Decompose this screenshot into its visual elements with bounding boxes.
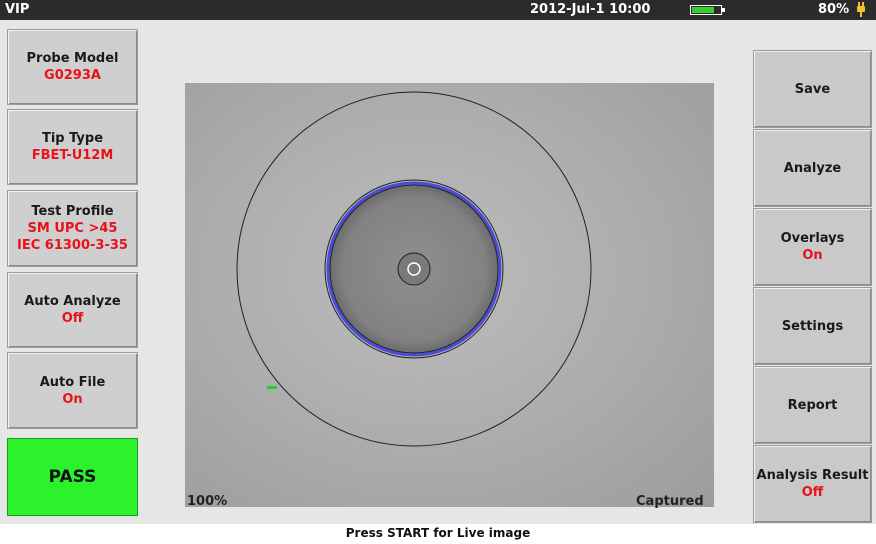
overlays-value: On: [802, 248, 823, 263]
app-title: VIP: [5, 2, 30, 17]
analyze-label: Analyze: [783, 160, 842, 176]
auto-analyze-button[interactable]: Auto Analyze Off: [7, 272, 138, 348]
settings-label: Settings: [781, 318, 844, 334]
zoom-level: 100%: [187, 494, 228, 509]
analysis-result-label: Analysis Result: [756, 468, 869, 483]
status-bar: VIP 2012-Jul-1 10:00 80%: [0, 0, 876, 20]
test-profile-button[interactable]: Test Profile SM UPC >45 IEC 61300-3-35: [7, 190, 138, 267]
test-profile-label: Test Profile: [31, 204, 114, 219]
defect-marker: [267, 386, 277, 389]
capture-status: Captured: [636, 494, 704, 509]
fiber-end-face-image: [185, 83, 714, 507]
save-label: Save: [794, 81, 831, 97]
test-profile-value-line2: IEC 61300-3-35: [17, 238, 128, 253]
core-zone-ring: [397, 252, 431, 286]
battery-icon: [690, 5, 725, 15]
auto-file-label: Auto File: [39, 374, 106, 390]
tip-type-label: Tip Type: [41, 131, 104, 146]
battery-percent: 80%: [818, 2, 850, 17]
footer-hint: Press START for Live image: [345, 526, 531, 540]
probe-model-label: Probe Model: [26, 51, 119, 66]
settings-button[interactable]: Settings: [753, 287, 872, 365]
save-button[interactable]: Save: [753, 50, 872, 128]
auto-file-value: On: [62, 391, 83, 407]
analyze-button[interactable]: Analyze: [753, 129, 872, 207]
tip-type-button[interactable]: Tip Type FBET-U12M: [7, 109, 138, 185]
auto-analyze-label: Auto Analyze: [24, 294, 121, 309]
probe-model-value: G0293A: [44, 68, 101, 83]
report-button[interactable]: Report: [753, 366, 872, 444]
fiber-overlay: [236, 91, 592, 447]
tip-type-value: FBET-U12M: [31, 148, 114, 163]
report-label: Report: [787, 397, 838, 413]
main-content: Probe Model G0293A Tip Type FBET-U12M Te…: [0, 20, 876, 524]
datetime-display: 2012-Jul-1 10:00: [530, 2, 651, 17]
test-profile-value-line1: SM UPC >45: [27, 221, 118, 236]
analysis-result-button[interactable]: Analysis Result Off: [753, 445, 872, 523]
pass-result-indicator: PASS: [7, 438, 138, 516]
auto-analyze-value: Off: [61, 311, 84, 326]
auto-file-button[interactable]: Auto File On: [7, 352, 138, 429]
analysis-result-value: Off: [801, 485, 824, 500]
power-plug-icon: [857, 2, 865, 17]
probe-model-button[interactable]: Probe Model G0293A: [7, 29, 138, 105]
overlays-label: Overlays: [780, 231, 845, 246]
overlays-button[interactable]: Overlays On: [753, 208, 872, 286]
